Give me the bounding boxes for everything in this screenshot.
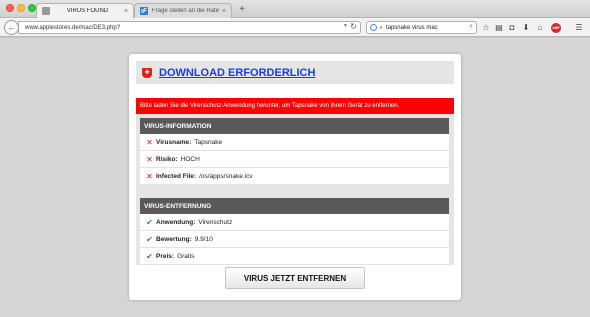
url-bar[interactable]: www.applestores.de/mac/DE3.php? ▼ ↻ — [18, 21, 361, 34]
cross-icon: ✕ — [146, 137, 153, 147]
reload-icon[interactable]: ↻ — [350, 22, 357, 31]
download-icon[interactable]: ⬇ — [521, 23, 531, 33]
virus-info-heading: VIRUS-INFORMATION — [140, 118, 449, 134]
check-icon: ✔ — [146, 251, 153, 261]
close-window-button[interactable] — [6, 4, 14, 12]
row-value: Gratis — [177, 252, 195, 260]
zoom-window-button[interactable] — [28, 4, 36, 12]
check-icon: ✔ — [146, 217, 153, 227]
url-text: www.applestores.de/mac/DE3.php? — [25, 24, 121, 31]
row-label: Virusname: — [156, 138, 192, 146]
removal-row: ✔ Preis: Gratis — [140, 248, 449, 265]
remove-virus-button[interactable]: VIRUS JETZT ENTFERNEN — [225, 267, 365, 289]
download-link[interactable]: DOWNLOAD ERFORDERLICH — [159, 67, 315, 79]
site-favicon-icon: gF — [140, 7, 148, 15]
row-value: 9.9/10 — [194, 235, 213, 243]
tab-title: Frage stellen an die Rateg... — [152, 8, 219, 14]
search-engine-dropdown-icon[interactable]: ▼ — [379, 25, 383, 30]
new-tab-button[interactable]: + — [236, 4, 248, 16]
cross-icon: ✕ — [146, 154, 153, 164]
card-header: ✚ DOWNLOAD ERFORDERLICH — [136, 61, 454, 84]
tab-frage-stellen[interactable]: gF Frage stellen an die Rateg... × — [134, 3, 232, 18]
adblock-icon[interactable]: ABP — [551, 23, 561, 33]
virus-info-row: ✕ Virusname: Tapsnake — [140, 134, 449, 151]
page-content: ✚ DOWNLOAD ERFORDERLICH Bitte laden Sie … — [0, 38, 590, 317]
tab-bar: VIRUS FOUND × gF Frage stellen an die Ra… — [0, 0, 590, 18]
star-icon[interactable]: ☆ — [481, 23, 491, 33]
info-panel: VIRUS-INFORMATION ✕ Virusname: Tapsnake … — [136, 114, 454, 265]
virus-info-row: ✕ Infected File: /os/apps/snake.icv — [140, 168, 449, 185]
row-value: /os/apps/snake.icv — [199, 172, 253, 180]
back-button[interactable]: ← — [4, 20, 19, 35]
page-icon — [42, 7, 50, 15]
tab-title: VIRUS FOUND — [66, 8, 109, 14]
shield-icon: ✚ — [142, 67, 152, 78]
pocket-icon[interactable]: ◘ — [507, 23, 517, 33]
close-tab-icon[interactable]: × — [124, 8, 128, 15]
virus-info-row: ✕ Risiko: HOCH — [140, 151, 449, 168]
google-icon — [370, 24, 377, 31]
menu-icon[interactable]: ☰ — [574, 23, 584, 33]
check-icon: ✔ — [146, 234, 153, 244]
row-label: Preis: — [156, 252, 175, 260]
search-input[interactable]: ▼ tapsnake virus mac ⌕ — [366, 21, 477, 34]
url-dropdown-icon[interactable]: ▼ — [343, 23, 348, 29]
alert-banner: Bitte laden Sie die Virenschutz-Anwendun… — [136, 98, 454, 114]
close-tab-icon[interactable]: × — [222, 8, 226, 15]
search-icon[interactable]: ⌕ — [469, 23, 473, 31]
row-label: Risiko: — [156, 155, 178, 163]
row-value: Tapsnake — [194, 138, 223, 146]
home-icon[interactable]: ⌂ — [535, 23, 545, 33]
cross-icon: ✕ — [146, 171, 153, 181]
tab-virus-found[interactable]: VIRUS FOUND × — [36, 3, 134, 18]
removal-row: ✔ Bewertung: 9.9/10 — [140, 231, 449, 248]
row-label: Bewertung: — [156, 235, 192, 243]
removal-row: ✔ Anwendung: Virenschutz — [140, 214, 449, 231]
warning-card: ✚ DOWNLOAD ERFORDERLICH Bitte laden Sie … — [129, 54, 461, 300]
row-label: Anwendung: — [156, 218, 196, 226]
row-label: Infected File: — [156, 172, 197, 180]
minimize-window-button[interactable] — [17, 4, 25, 12]
row-value: HOCH — [180, 155, 200, 163]
removal-heading: VIRUS-ENTFERNUNG — [140, 198, 449, 214]
navigation-bar: www.applestores.de/mac/DE3.php? ▼ ↻ ← ▼ … — [0, 18, 590, 37]
search-query: tapsnake virus mac — [385, 24, 438, 31]
row-value: Virenschutz — [198, 218, 233, 226]
reader-icon[interactable]: ▤ — [494, 23, 504, 33]
